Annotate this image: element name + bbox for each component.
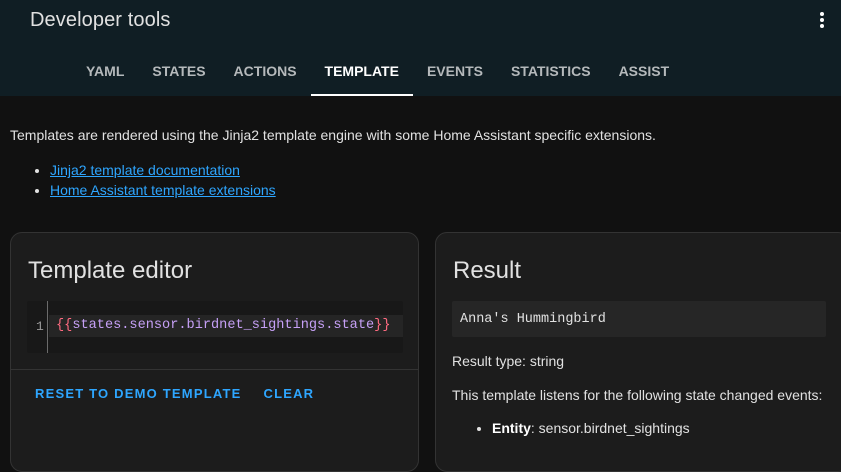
result-card-title: Result	[453, 257, 522, 284]
tab-yaml[interactable]: YAML	[72, 48, 138, 96]
code-close-brace: }}	[374, 318, 391, 333]
listens-description: This template listens for the following …	[452, 387, 823, 403]
page-title: Developer tools	[30, 9, 171, 31]
editor-card-title: Template editor	[28, 257, 193, 284]
overflow-menu-button[interactable]	[808, 8, 836, 32]
result-output: Anna's Hummingbird	[452, 301, 826, 337]
listened-entities-list: Entity: sensor.birdnet_sightings	[452, 420, 690, 436]
line-number: 1	[36, 319, 44, 334]
list-item: Home Assistant template extensions	[50, 180, 276, 200]
top-app-bar: Developer tools YAML STATES ACTIONS TEMP…	[0, 0, 841, 96]
tab-bar: YAML STATES ACTIONS TEMPLATE EVENTS STAT…	[72, 48, 683, 96]
tab-events[interactable]: EVENTS	[413, 48, 497, 96]
more-vertical-icon	[820, 12, 824, 28]
card-divider	[11, 369, 418, 370]
clear-button[interactable]: CLEAR	[263, 386, 314, 401]
entity-label: Entity	[492, 420, 531, 436]
entity-value: : sensor.birdnet_sightings	[530, 420, 690, 436]
result-type: Result type: string	[452, 353, 565, 369]
ha-template-extensions-link[interactable]: Home Assistant template extensions	[50, 182, 276, 198]
template-code[interactable]: {{states.sensor.birdnet_sightings.state}…	[56, 318, 391, 333]
template-editor-card: Template editor 1 {{states.sensor.birdne…	[10, 232, 419, 472]
tab-actions[interactable]: ACTIONS	[220, 48, 311, 96]
docs-link-list: Jinja2 template documentation Home Assis…	[10, 160, 276, 200]
tab-statistics[interactable]: STATISTICS	[497, 48, 605, 96]
tab-assist[interactable]: ASSIST	[605, 48, 684, 96]
tab-states[interactable]: STATES	[138, 48, 219, 96]
editor-actions: RESET TO DEMO TEMPLATE CLEAR	[35, 386, 314, 401]
list-item: Jinja2 template documentation	[50, 160, 276, 180]
code-open-brace: {{	[56, 318, 73, 333]
code-expression: states.sensor.birdnet_sightings.state	[72, 318, 375, 333]
intro-text: Templates are rendered using the Jinja2 …	[10, 127, 656, 143]
code-editor[interactable]: 1 {{states.sensor.birdnet_sightings.stat…	[27, 301, 403, 353]
list-item: Entity: sensor.birdnet_sightings	[492, 420, 690, 436]
jinja2-docs-link[interactable]: Jinja2 template documentation	[50, 162, 240, 178]
reset-to-demo-template-button[interactable]: RESET TO DEMO TEMPLATE	[35, 386, 241, 401]
tab-template[interactable]: TEMPLATE	[310, 48, 414, 96]
line-gutter: 1	[27, 301, 48, 353]
result-value: Anna's Hummingbird	[460, 312, 606, 327]
result-card: Result Anna's Hummingbird Result type: s…	[435, 232, 841, 472]
